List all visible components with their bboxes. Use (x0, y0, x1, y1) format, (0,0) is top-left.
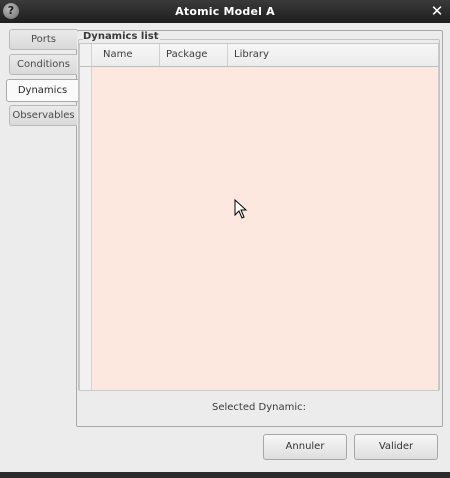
table-header: Name Package Library (92, 44, 438, 67)
ok-button[interactable]: Valider (354, 434, 438, 460)
tab-conditions[interactable]: Conditions (9, 54, 77, 75)
dynamics-group-label: Dynamics list (83, 31, 161, 42)
window-title: Atomic Model A (175, 5, 275, 18)
column-header-package[interactable]: Package (160, 44, 228, 66)
tab-dynamics[interactable]: Dynamics (6, 79, 78, 102)
tab-ports[interactable]: Ports (9, 29, 77, 50)
row-header-column (80, 44, 92, 390)
window-bottom-edge (0, 472, 450, 478)
title-bar: ? Atomic Model A ✕ (0, 0, 450, 23)
mouse-pointer-icon (234, 199, 248, 219)
table-corner[interactable] (80, 44, 92, 67)
column-header-library[interactable]: Library (228, 44, 438, 66)
dynamics-table[interactable]: Name Package Library (79, 43, 439, 391)
column-header-name[interactable]: Name (97, 44, 160, 66)
selected-dynamic-label: Selected Dynamic: (212, 402, 306, 413)
close-icon[interactable]: ✕ (429, 2, 445, 20)
tab-observables[interactable]: Observables (9, 105, 77, 126)
cancel-button[interactable]: Annuler (263, 434, 347, 460)
